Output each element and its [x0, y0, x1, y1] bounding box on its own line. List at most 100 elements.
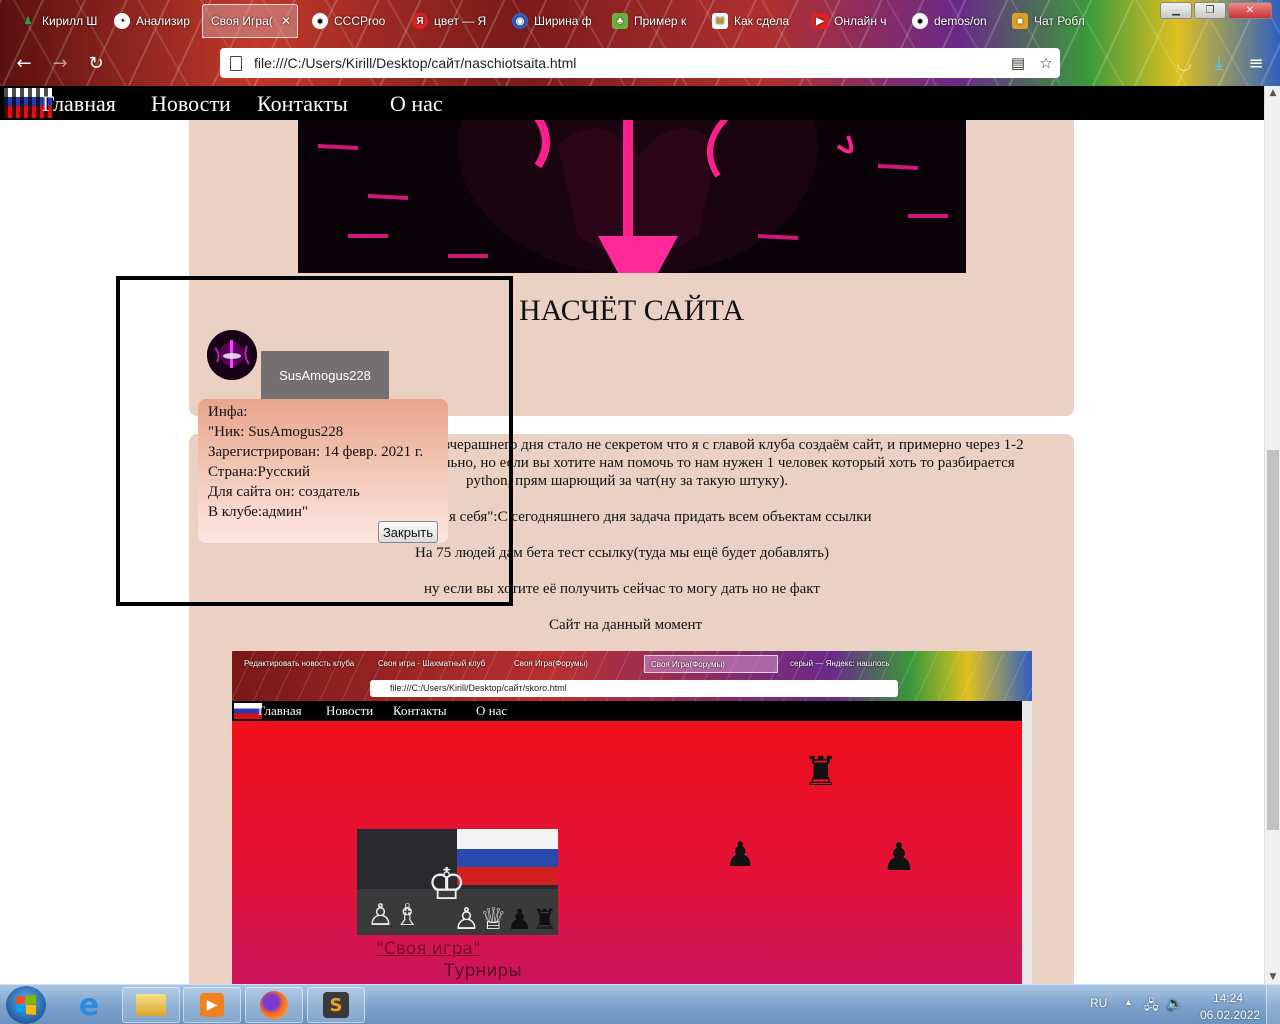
- embedded-site-body: ♔ ♙♗ ♙♕ ♟♜ ♜ ♟ ♟ "Своя игра" Турниры: [232, 721, 1022, 984]
- nav-news[interactable]: Новости: [151, 91, 231, 117]
- tab-11[interactable]: ■ Чат Робл: [1004, 4, 1100, 38]
- embedded-nav-about: О нас: [476, 703, 508, 718]
- url-text: file:///C:/Users/Kirill/Desktop/сайт/nas…: [254, 55, 577, 71]
- svg-text:♙♕: ♙♕: [453, 902, 507, 935]
- window-controls: ▁ ❐ ✕: [1160, 2, 1272, 19]
- embedded-tab-3: Своя Игра(Форумы): [514, 659, 588, 668]
- navigation-toolbar: ← → ↻ file:///C:/Users/Kirill/Desktop/са…: [0, 44, 1280, 84]
- pocket-icon[interactable]: ◡: [1172, 52, 1196, 76]
- info-line-title: Инфа:: [208, 404, 248, 420]
- info-line-country: Страна:Русский: [208, 464, 311, 480]
- taskbar: e ▶ S RU ▲ 🖧 🔈 14:24 06.02.2022: [0, 984, 1280, 1024]
- tab-2[interactable]: ◔ Анализир: [106, 4, 198, 38]
- embedded-nav-home: Главная: [258, 703, 302, 718]
- nav-contacts[interactable]: Контакты: [257, 91, 348, 117]
- tab-3-active[interactable]: Своя Игра( ✕: [202, 4, 298, 38]
- embedded-tab-5: серый — Яндекс: нашлось: [790, 659, 890, 668]
- media-player-icon[interactable]: ▶: [183, 987, 241, 1023]
- embedded-nav-contacts: Контакты: [393, 703, 447, 718]
- frog-icon: ♣: [612, 13, 628, 29]
- embedded-tab-4: Своя Игра(Форумы): [644, 655, 778, 673]
- roblox-icon: ■: [1012, 13, 1028, 29]
- person-icon: ♟: [23, 15, 33, 27]
- info-line-nick: "Ник: SusAmogus228: [208, 424, 344, 440]
- language-indicator[interactable]: RU: [1090, 996, 1107, 1010]
- nav-home[interactable]: Главная: [42, 91, 116, 117]
- reload-icon[interactable]: ↻: [84, 52, 108, 76]
- embedded-browser-chrome: Редактировать новость клуба Своя игра - …: [232, 651, 1032, 701]
- tab-9[interactable]: ▶ Онлайн ч: [804, 4, 900, 38]
- globe-icon: ◉: [512, 13, 528, 29]
- svg-text:♙♗: ♙♗: [367, 898, 421, 933]
- close-profile-button[interactable]: Закрыть: [378, 521, 438, 543]
- page-scrollbar[interactable]: ▲ ▼: [1264, 86, 1280, 984]
- close-tab-icon[interactable]: ✕: [281, 14, 291, 28]
- paragraph-line-1: вчерашнего дня стало не секретом что я с…: [443, 437, 1024, 453]
- volume-icon[interactable]: 🔈: [1166, 995, 1183, 1012]
- tab-4[interactable]: ● CCCProo: [304, 4, 400, 38]
- firefox-icon[interactable]: [245, 987, 303, 1023]
- yandex-icon: Я: [412, 13, 428, 29]
- tab-6[interactable]: ◉ Ширина ф: [504, 4, 600, 38]
- scroll-down-icon[interactable]: ▼: [1265, 972, 1280, 982]
- bookmark-star-icon[interactable]: ☆: [1032, 54, 1060, 72]
- nav-about[interactable]: О нас: [390, 91, 443, 117]
- tab-10[interactable]: ● demos/on: [904, 4, 1000, 38]
- reader-mode-icon[interactable]: ▤: [1004, 54, 1032, 72]
- start-button[interactable]: [6, 986, 46, 1024]
- clock-icon: ◔: [114, 13, 130, 29]
- paragraph-line-7: Сайт на данный момент: [549, 617, 703, 633]
- chess-image: ♔ ♙♗ ♙♕ ♟♜: [357, 829, 558, 935]
- avatar[interactable]: [207, 330, 257, 380]
- pawn-piece-icon-2: ♟: [882, 835, 917, 879]
- embedded-tab-1: Редактировать новость клуба: [244, 659, 355, 668]
- pawn-piece-icon: ♟: [725, 835, 756, 875]
- network-icon[interactable]: 🖧: [1144, 996, 1159, 1018]
- ie-icon[interactable]: e: [60, 987, 118, 1023]
- nickname-badge: SusAmogus228: [261, 351, 389, 399]
- page-icon: [230, 55, 242, 71]
- tab-strip: ♟ Кирилл Ш ◔ Анализир Своя Игра( ✕ ● CCC…: [0, 4, 1170, 40]
- tray-expand-icon[interactable]: ▲: [1124, 997, 1133, 1007]
- show-desktop-button[interactable]: [1266, 985, 1280, 1024]
- system-tray: RU ▲ 🖧 🔈 14:24 06.02.2022: [1080, 985, 1280, 1024]
- tab-7[interactable]: ♣ Пример к: [604, 4, 700, 38]
- sublime-text-icon[interactable]: S: [307, 987, 365, 1023]
- scroll-thumb[interactable]: [1267, 450, 1279, 830]
- svg-text:♟♜: ♟♜: [507, 903, 557, 935]
- tab-8[interactable]: M Как сдела: [704, 4, 800, 38]
- explorer-icon[interactable]: [122, 987, 180, 1023]
- embedded-scrollbar: [1022, 701, 1032, 984]
- info-line-role: Для сайта он: создатель: [208, 484, 360, 500]
- browser-chrome: ♟ Кирилл Ш ◔ Анализир Своя Игра( ✕ ● CCC…: [0, 0, 1280, 86]
- m-icon: M: [712, 13, 728, 29]
- scroll-up-icon[interactable]: ▲: [1265, 88, 1280, 98]
- game-link[interactable]: "Своя игра": [376, 939, 481, 959]
- embedded-screenshot: Редактировать новость клуба Своя игра - …: [232, 651, 1032, 984]
- info-line-registered: Зарегистрирован: 14 февр. 2021 г.: [208, 444, 424, 460]
- clock-date[interactable]: 06.02.2022: [1200, 1008, 1260, 1022]
- forward-icon[interactable]: →: [48, 52, 72, 76]
- rook-piece-icon: ♜: [803, 749, 839, 795]
- site-navbar: Главная Новости Контакты О нас: [0, 86, 1264, 120]
- restore-button[interactable]: ❐: [1194, 2, 1226, 19]
- embedded-tab-2: Своя игра - Шахматный клуб: [378, 659, 486, 668]
- back-icon[interactable]: ←: [12, 52, 36, 76]
- tab-5[interactable]: Я цвет — Я: [404, 4, 500, 38]
- embedded-url: file:///C:/Users/Kirill/Desktop/сайт/sko…: [370, 680, 898, 697]
- embedded-site-nav: Главная Новости Контакты О нас: [232, 701, 1022, 721]
- download-icon[interactable]: ⤓: [1207, 52, 1231, 76]
- clock-time[interactable]: 14:24: [1213, 991, 1243, 1005]
- info-line-club: В клубе:админ": [208, 504, 309, 520]
- tournaments-label: Турниры: [444, 961, 522, 981]
- minimize-button[interactable]: ▁: [1160, 2, 1192, 19]
- address-bar[interactable]: file:///C:/Users/Kirill/Desktop/сайт/nas…: [220, 48, 1060, 78]
- tab-1[interactable]: ♟ Кирилл Ш: [12, 4, 104, 38]
- github-icon: ●: [912, 13, 928, 29]
- page-viewport: НАСЧЁТ САЙТА вчерашнего дня стало не сек…: [0, 86, 1264, 984]
- menu-icon[interactable]: ≡: [1244, 52, 1268, 76]
- close-window-button[interactable]: ✕: [1228, 2, 1272, 19]
- github-icon: ●: [312, 13, 328, 29]
- paragraph-line-3: python, прям шарющий за чат(ну за такую …: [466, 473, 789, 489]
- embedded-nav-news: Новости: [326, 703, 374, 718]
